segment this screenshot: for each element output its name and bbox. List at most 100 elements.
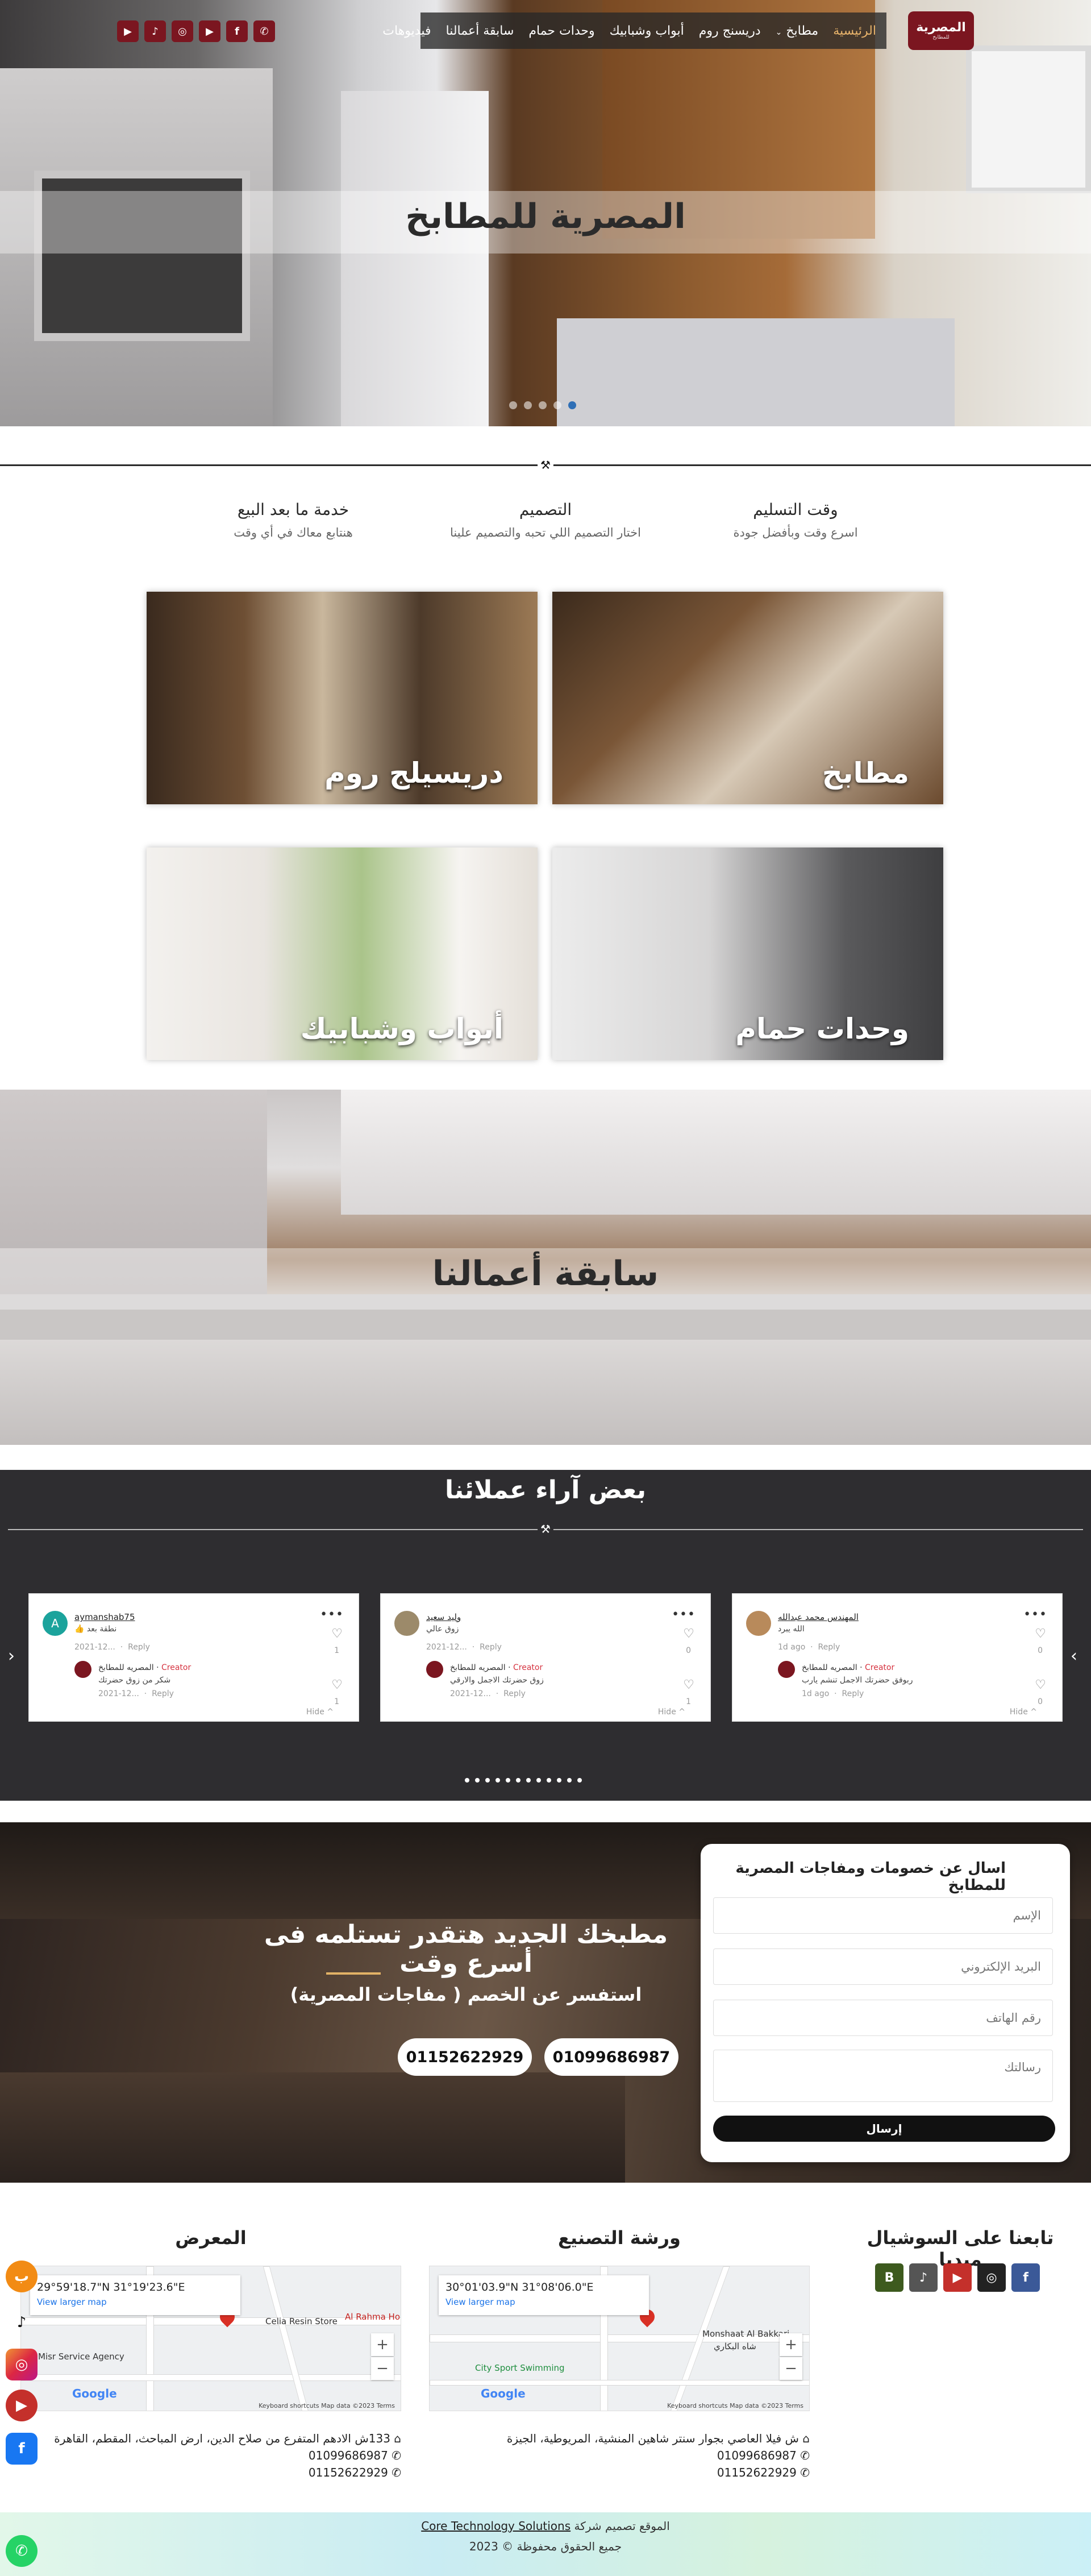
workshop-map[interactable]: Monshaat Al Bakkari شاه البكاري City Spo… xyxy=(429,2266,810,2411)
zoom-out-button[interactable]: − xyxy=(780,2357,802,2380)
zoom-out-button[interactable]: − xyxy=(371,2357,394,2380)
youtube-icon[interactable]: ▶ xyxy=(199,20,220,42)
youtube-icon[interactable]: ▶ xyxy=(943,2263,972,2292)
like-icon[interactable]: ♡ xyxy=(331,1678,343,1692)
tiktok-icon[interactable]: ♪ xyxy=(909,2263,938,2292)
commenter-name[interactable]: aymanshab75 xyxy=(74,1612,135,1622)
phone-line[interactable]: ✆ 01152622929 xyxy=(429,2466,810,2479)
reply-link[interactable]: Reply xyxy=(503,1689,526,1698)
carousel-dot[interactable] xyxy=(567,1778,572,1783)
carousel-dot[interactable] xyxy=(526,1778,531,1783)
reply-link[interactable]: Reply xyxy=(842,1689,864,1698)
whatsapp-icon[interactable]: ✆ xyxy=(6,2535,38,2567)
carousel-dot[interactable] xyxy=(506,1778,510,1783)
more-icon[interactable]: ••• xyxy=(672,1607,696,1622)
carousel-prev-icon[interactable]: ‹ xyxy=(8,1646,15,1666)
category-tile-kitchens[interactable]: مطابخ xyxy=(552,592,943,804)
tiktok-icon[interactable]: ♪ xyxy=(6,2307,38,2338)
carousel-dot[interactable] xyxy=(485,1778,490,1783)
carousel-dot[interactable] xyxy=(495,1778,500,1783)
like-icon[interactable]: ♡ xyxy=(1035,1678,1046,1692)
like-icon[interactable]: ♡ xyxy=(331,1627,343,1641)
nav-item-dressing-room[interactable]: دريسنج روم xyxy=(699,24,761,38)
hero-title: المصرية للمطابخ xyxy=(405,197,686,236)
phone-line[interactable]: ✆ 01099686987 xyxy=(429,2449,810,2462)
carousel-next-icon[interactable]: › xyxy=(1071,1646,1077,1666)
reply-link[interactable]: Reply xyxy=(818,1643,840,1652)
video-icon[interactable]: ▶ xyxy=(117,20,139,42)
blogger-icon[interactable]: ب xyxy=(6,2261,38,2292)
carousel-dot[interactable] xyxy=(557,1778,561,1783)
site-logo[interactable]: المصرية للمطابخ xyxy=(908,11,974,50)
facebook-icon[interactable]: f xyxy=(6,2433,38,2465)
instagram-icon[interactable]: ◎ xyxy=(172,20,193,42)
reply-link[interactable]: Reply xyxy=(128,1643,150,1652)
commenter-name[interactable]: وليد سعيد xyxy=(426,1612,461,1622)
hide-replies-button[interactable]: Hide ^ xyxy=(1010,1707,1037,1717)
whatsapp-icon[interactable]: ✆ xyxy=(253,20,275,42)
phone-input[interactable] xyxy=(713,2000,1053,2036)
address-text: 133ش الادهم المتفرع من صلاح الدين، ارض ا… xyxy=(54,2432,390,2445)
message-textarea[interactable] xyxy=(713,2050,1053,2102)
zoom-in-button[interactable]: + xyxy=(780,2333,802,2356)
submit-button[interactable]: إرسال xyxy=(713,2116,1055,2142)
carousel-dot[interactable] xyxy=(475,1778,480,1783)
designer-link[interactable]: Core Technology Solutions xyxy=(421,2519,571,2533)
nav-item-kitchens[interactable]: مطابخ ⌄ xyxy=(776,24,819,38)
facebook-icon[interactable]: f xyxy=(226,20,248,42)
tiktok-icon[interactable]: ♪ xyxy=(144,20,166,42)
nav-item-previous-work[interactable]: سابقة أعمالنا xyxy=(446,24,514,38)
carousel-dot[interactable] xyxy=(536,1778,541,1783)
nav-item-home[interactable]: الرئيسية xyxy=(833,24,876,38)
map-coordinates: 29°59'18.7"N 31°19'23.6"E xyxy=(37,2281,185,2294)
category-tile-bathroom[interactable]: وحدات حمام xyxy=(552,847,943,1060)
nav-item-videos[interactable]: فيديوهات xyxy=(382,24,431,38)
view-larger-map-link[interactable]: View larger map xyxy=(37,2297,234,2307)
hide-replies-button[interactable]: Hide ^ xyxy=(658,1707,685,1717)
slider-dot[interactable] xyxy=(524,401,532,409)
phone-button-1[interactable]: 01099686987 xyxy=(544,2038,678,2076)
map-attribution[interactable]: Keyboard shortcuts Map data ©2023 Terms xyxy=(667,2402,803,2409)
email-input[interactable] xyxy=(713,1948,1053,1985)
phone-line[interactable]: ✆ 01152622929 xyxy=(20,2466,401,2479)
nav-item-bathroom-units[interactable]: وحدات حمام xyxy=(528,24,594,38)
phone-line[interactable]: ✆ 01099686987 xyxy=(20,2449,401,2462)
hide-replies-button[interactable]: Hide ^ xyxy=(306,1707,334,1717)
like-icon[interactable]: ♡ xyxy=(1035,1627,1046,1641)
commenter-name[interactable]: المهندس محمد عبدالله xyxy=(778,1612,859,1622)
view-larger-map-link[interactable]: View larger map xyxy=(445,2297,642,2307)
carousel-dot[interactable] xyxy=(465,1778,469,1783)
youtube-icon[interactable]: ▶ xyxy=(6,2390,38,2421)
phone-button-2[interactable]: 01152622929 xyxy=(398,2038,532,2076)
category-tile-doors-windows[interactable]: أبواب وشبابيك xyxy=(147,847,538,1060)
reply-link[interactable]: Reply xyxy=(152,1689,174,1698)
carousel-dot[interactable] xyxy=(577,1778,582,1783)
tile-label: مطابخ xyxy=(822,757,909,790)
category-tile-dressing-room[interactable]: دريسيلج روم xyxy=(147,592,538,804)
showroom-map[interactable]: Celia Resin Store Al Rahma Ho Misr Servi… xyxy=(20,2266,401,2411)
like-count: 0 xyxy=(1038,1697,1043,1706)
reply-link[interactable]: Reply xyxy=(480,1643,502,1652)
slider-dot[interactable] xyxy=(553,401,561,409)
more-icon[interactable]: ••• xyxy=(320,1607,344,1622)
like-icon[interactable]: ♡ xyxy=(683,1678,694,1692)
tile-label: أبواب وشبابيك xyxy=(300,1012,503,1045)
more-icon[interactable]: ••• xyxy=(1023,1607,1047,1622)
name-input[interactable] xyxy=(713,1897,1053,1934)
zoom-in-button[interactable]: + xyxy=(371,2333,394,2356)
carousel-dot[interactable] xyxy=(547,1778,551,1783)
blogger-icon[interactable]: B xyxy=(875,2263,903,2292)
instagram-icon[interactable]: ◎ xyxy=(977,2263,1006,2292)
comment-date: 1d ago · Reply xyxy=(778,1643,840,1652)
tile-label: وحدات حمام xyxy=(735,1012,909,1045)
slider-dot[interactable] xyxy=(509,401,517,409)
instagram-icon[interactable]: ◎ xyxy=(6,2349,38,2380)
slider-dot-active[interactable] xyxy=(568,401,576,409)
nav-item-doors-windows[interactable]: أبواب وشبابيك xyxy=(610,24,684,38)
feature-subtitle: هنتابع معاك في أي وقت xyxy=(234,526,353,539)
facebook-icon[interactable]: f xyxy=(1011,2263,1040,2292)
like-icon[interactable]: ♡ xyxy=(683,1627,694,1641)
map-attribution[interactable]: Keyboard shortcuts Map data ©2023 Terms xyxy=(259,2402,395,2409)
slider-dot[interactable] xyxy=(539,401,547,409)
carousel-dot[interactable] xyxy=(516,1778,520,1783)
